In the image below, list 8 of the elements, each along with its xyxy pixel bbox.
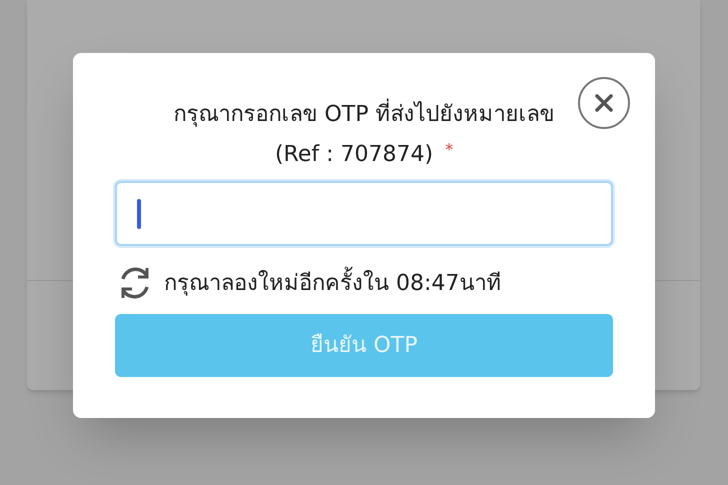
resend-countdown: กรุณาลองใหม่อีกครั้งใน 08:47นาที [164,266,502,300]
close-button[interactable] [578,77,630,129]
close-icon [594,93,614,113]
reference-code: (Ref : 707874) [274,141,434,169]
required-mark: * [445,139,454,161]
otp-input-field[interactable] [115,181,613,246]
dialog-title: กรุณากรอกเลข OTP ที่ส่งไปยังหมายเลข [173,95,554,135]
text-caret [137,198,141,228]
